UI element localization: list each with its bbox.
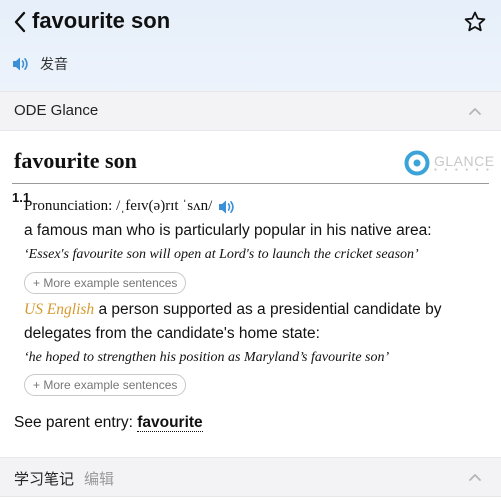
glance-logo: GLANCE ● ● ● ● ● ● (404, 150, 495, 176)
definition-2-line1: a person supported as a presidential can… (94, 301, 442, 318)
notes-section-header[interactable]: 学习笔记 编辑 (0, 457, 501, 497)
favorite-button[interactable] (461, 8, 489, 36)
pronunciation-audio-button[interactable]: 发音 (12, 54, 68, 74)
audio-label: 发音 (40, 56, 68, 72)
glance-logo-dots: ● ● ● ● ● ● (434, 167, 493, 173)
section-title: ODE Glance (14, 102, 99, 119)
divider (12, 183, 489, 184)
notes-title: 学习笔记 (14, 471, 75, 488)
definition-2: US English a person supported as a presi… (24, 301, 441, 319)
more-example-sentences-button[interactable]: + More example sentences (24, 272, 187, 294)
definition-1: a famous man who is particularly popular… (24, 222, 432, 239)
example-1: ‘Essex's favourite son will open at Lord… (24, 247, 419, 262)
pronunciation-row: Pronunciation: /ˌfeɪv(ə)rɪt ˈsʌn/ (24, 198, 236, 215)
definition-2-line2: delegates from the candidate's home stat… (24, 325, 320, 342)
edit-notes-link[interactable]: 编辑 (84, 471, 114, 488)
parent-entry-prefix: See parent entry: (14, 414, 138, 431)
glance-logo-icon (404, 150, 430, 176)
pronunciation-text: Pronunciation: /ˌfeɪv(ə)rɪt ˈsʌn/ (24, 198, 213, 214)
example-2: ‘he hoped to strengthen his position as … (24, 350, 390, 365)
chevron-left-icon (14, 11, 26, 33)
star-icon (464, 11, 486, 32)
parent-entry: See parent entry: favourite (14, 414, 203, 432)
speaker-icon[interactable] (218, 199, 236, 215)
usage-label: US English (24, 301, 95, 318)
headword: favourite son (14, 148, 137, 173)
ode-glance-section-header[interactable]: ODE Glance (0, 91, 501, 131)
back-button[interactable] (8, 8, 32, 36)
speaker-icon (13, 57, 28, 71)
parent-entry-link[interactable]: favourite (137, 414, 203, 432)
notes-section-label: 学习笔记 编辑 (14, 468, 114, 489)
page-title: favourite son (32, 8, 171, 33)
chevron-up-icon (469, 108, 481, 115)
chevron-up-icon (469, 474, 481, 481)
top-header: favourite son 发音 (0, 0, 501, 92)
more-example-sentences-button[interactable]: + More example sentences (24, 374, 187, 396)
